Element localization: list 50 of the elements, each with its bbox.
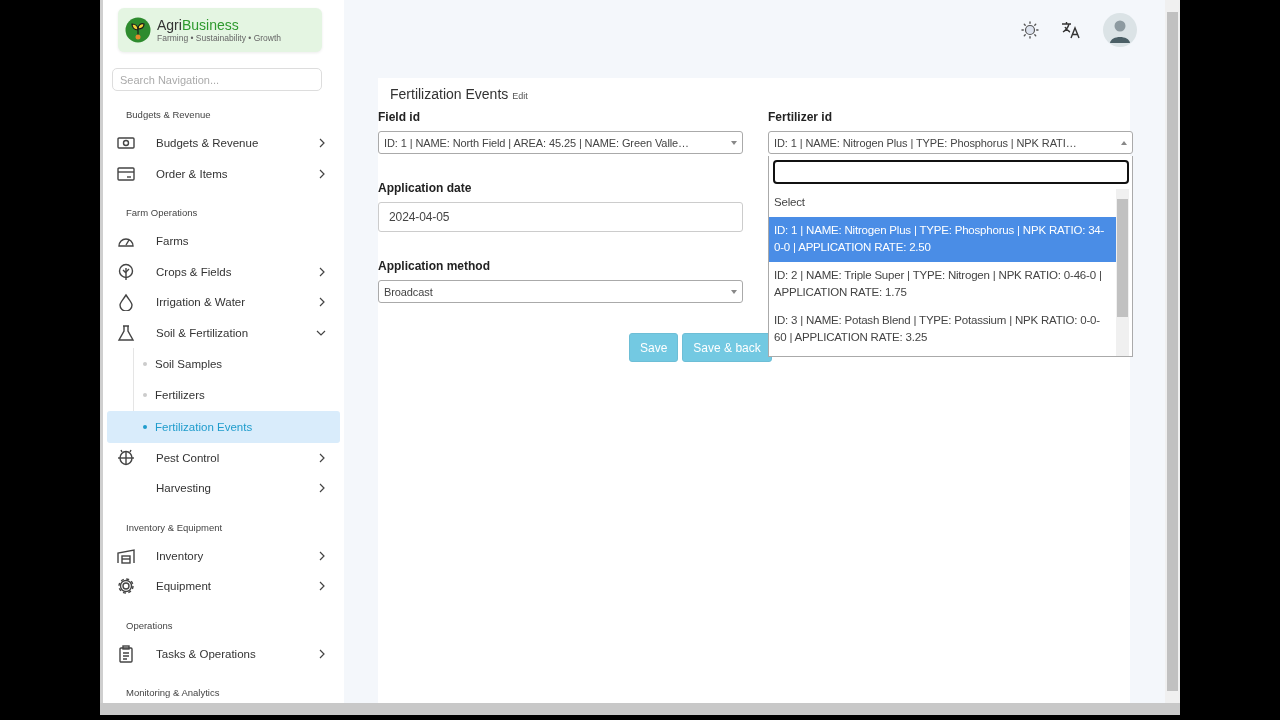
section-heading: Inventory & Equipment [126,521,224,534]
flask-icon [117,323,135,342]
field-label: Fertilizer id [768,110,833,125]
nav-item[interactable]: Order & Items [156,167,318,180]
section-heading: Farm Operations [126,207,199,219]
nav-item[interactable]: Inventory [156,549,318,562]
nav-item[interactable]: Soil & Fertilization [156,326,316,339]
nav-item[interactable]: Irrigation & Water [156,296,318,309]
bug-icon [117,448,135,467]
dropdown-search-field[interactable] [773,160,1129,184]
dropdown-option[interactable]: ID: 3 | NAME: Potash Blend | TYPE: Potassium | NPK RATIO: 0-0-60 | APPLICATION RATE: 3.25 [769,307,1116,352]
section-heading: Monitoring & Analytics [126,687,221,699]
warehouse-icon [117,546,135,565]
field-label: Application date [378,181,473,196]
nav-item[interactable]: Farms [156,235,336,248]
brand-tagline: Farming • Sustainability • Growth [157,32,282,43]
search-field[interactable]: Search Navigation... [112,68,322,91]
clipboard-icon [117,644,135,663]
nav-item[interactable]: Crops & Fields [156,265,318,278]
tree-icon [117,262,135,281]
form-subtitle: Edit [512,91,528,101]
nav-subitem[interactable]: Fertilizers [107,379,340,411]
nav-item[interactable]: Equipment [156,580,318,593]
sprout-logo-icon [125,17,151,43]
nav-item[interactable]: Pest Control [156,451,318,464]
nav-subitem[interactable]: Soil Samples [107,348,340,380]
section-heading: Operations [126,619,174,632]
form-title: Fertilization Events [390,86,509,102]
avatar-icon[interactable] [1103,13,1137,47]
brand-name: AgriBusiness [157,17,240,33]
section-heading: Budgets & Revenue [126,109,212,121]
translate-icon[interactable] [1061,21,1081,39]
gear-icon [117,577,135,596]
horizontal-scrollbar[interactable] [100,703,1180,715]
sun-icon[interactable] [1021,21,1039,39]
select-field[interactable]: ID: 1 | NAME: North Field | AREA: 45.25 | NAME: Green Valle… [378,131,743,154]
card-icon [117,164,135,183]
vertical-scrollbar[interactable] [1165,0,1180,703]
field-label: Application method [378,259,491,274]
dropdown-option[interactable]: Select [769,189,1116,217]
select-field[interactable]: Broadcast [378,280,743,303]
dropdown-option[interactable]: ID: 2 | NAME: Triple Super | TYPE: Nitrogen | NPK RATIO: 0-46-0 | APPLICATION RATE: 1.75 [769,262,1116,307]
dropdown-scrollbar[interactable] [1116,189,1129,356]
field-label: Field id [378,110,421,125]
nav-item[interactable]: Harvesting [156,482,318,495]
drop-icon [117,293,135,312]
select-field[interactable]: ID: 1 | NAME: Nitrogen Plus | TYPE: Phosphorus | NPK RATI… [768,131,1133,154]
date-field[interactable]: 2024-04-05 [378,202,743,232]
nav-item[interactable]: Tasks & Operations [156,647,318,660]
nav-item[interactable]: Budgets & Revenue [156,137,318,150]
